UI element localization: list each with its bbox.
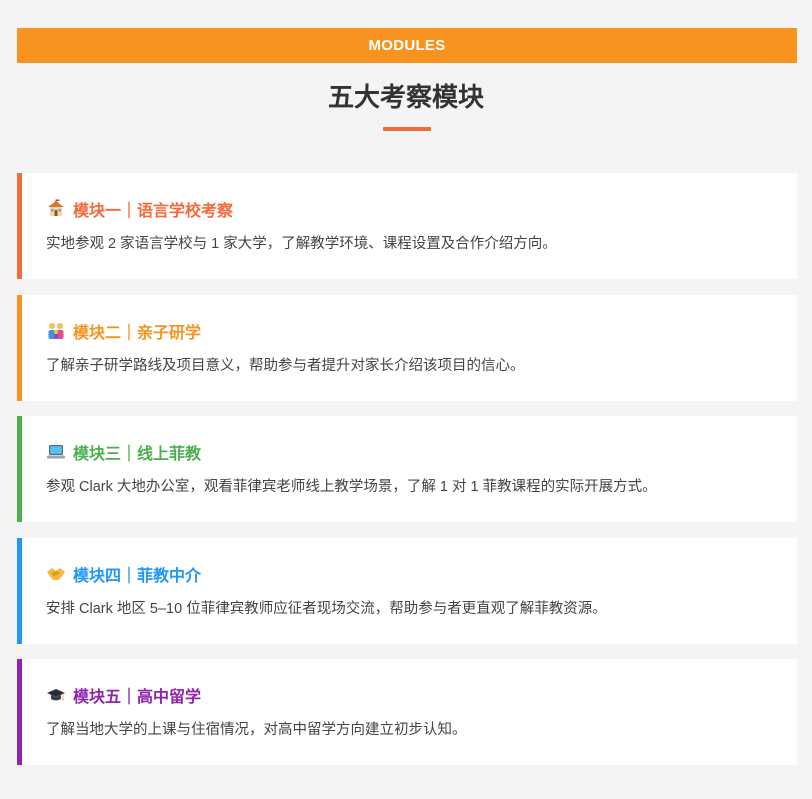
page-title: 五大考察模块 — [327, 82, 484, 112]
module-title-4: 模块四｜菲教中介 — [73, 568, 202, 585]
module-title-1: 模块一｜语言学校考察 — [73, 203, 234, 220]
module-card-5: 模块五｜高中留学 了解当地大学的上课与住宿情况，对高中留学方向建立初步认知。 — [17, 659, 797, 765]
handshake-icon — [46, 564, 66, 584]
module-description-2: 了解亲子研学路线及项目意义，帮助参与者提升对家长介绍该项目的信心。 — [46, 358, 525, 374]
graduation-cap-icon — [46, 685, 66, 705]
module-card-1: 模块一｜语言学校考察 实地参观 2 家语言学校与 1 家大学，了解教学环境、课程… — [17, 173, 797, 279]
family-icon — [46, 321, 66, 341]
laptop-icon — [46, 442, 66, 462]
banner-label: MODULES — [368, 37, 446, 54]
module-description-4: 安排 Clark 地区 5–10 位菲律宾教师应征者现场交流，帮助参与者更直观了… — [46, 601, 607, 617]
module-description-1: 实地参观 2 家语言学校与 1 家大学，了解教学环境、课程设置及合作介绍方向。 — [46, 236, 557, 252]
module-card-4: 模块四｜菲教中介 安排 Clark 地区 5–10 位菲律宾教师应征者现场交流，… — [17, 538, 797, 644]
module-description-5: 了解当地大学的上课与住宿情况，对高中留学方向建立初步认知。 — [46, 722, 467, 738]
module-description-3: 参观 Clark 大地办公室，观看菲律宾老师线上教学场景，了解 1 对 1 菲教… — [46, 479, 657, 495]
module-title-5: 模块五｜高中留学 — [73, 689, 202, 706]
module-title-3: 模块三｜线上菲教 — [73, 446, 202, 463]
module-card-2: 模块二｜亲子研学 了解亲子研学路线及项目意义，帮助参与者提升对家长介绍该项目的信… — [17, 295, 797, 401]
module-title-2: 模块二｜亲子研学 — [73, 325, 202, 342]
module-card-3: 模块三｜线上菲教 参观 Clark 大地办公室，观看菲律宾老师线上教学场景，了解… — [17, 416, 797, 522]
school-icon — [46, 199, 66, 219]
modules-banner: MODULES — [17, 28, 797, 63]
title-underline — [383, 127, 431, 131]
